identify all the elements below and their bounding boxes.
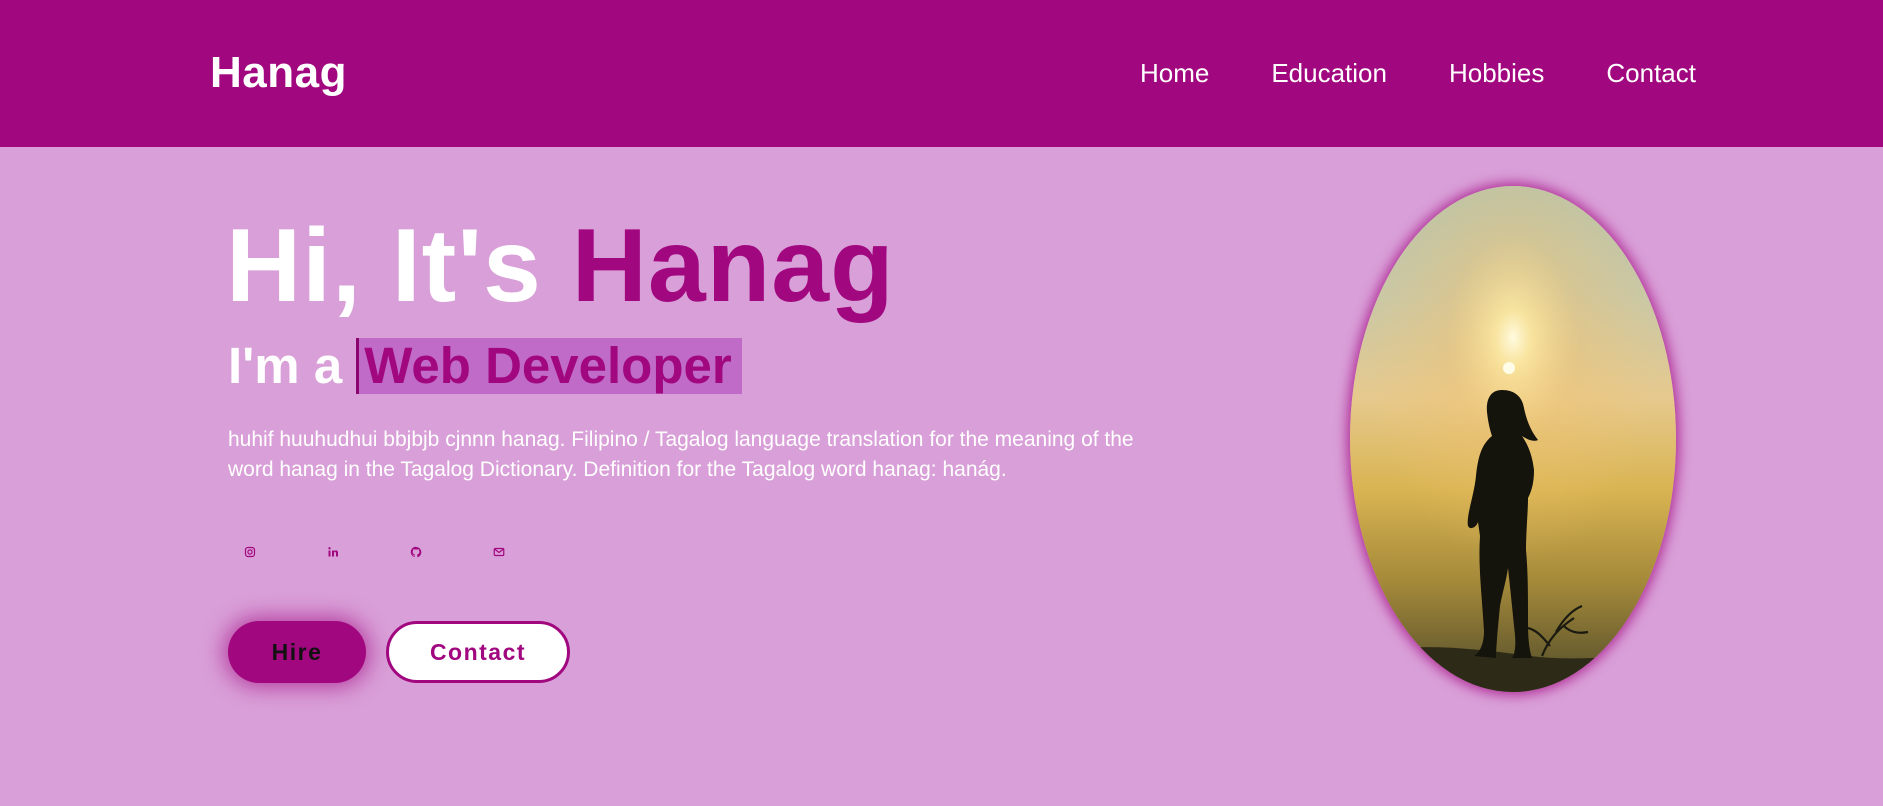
profile-photo <box>1350 186 1676 692</box>
github-link[interactable] <box>408 540 424 564</box>
typed-role: Web Developer <box>356 337 742 394</box>
instagram-link[interactable] <box>242 540 258 564</box>
hire-button[interactable]: Hire <box>228 621 366 683</box>
nav-contact[interactable]: Contact <box>1606 58 1696 89</box>
main-nav: Home Education Hobbies Contact <box>1140 58 1696 89</box>
site-logo[interactable]: Hanag <box>210 48 347 98</box>
nav-education[interactable]: Education <box>1271 58 1387 89</box>
linkedin-icon <box>328 547 338 557</box>
site-header: Hanag Home Education Hobbies Contact <box>0 0 1883 147</box>
sunset-silhouette-image <box>1350 186 1676 692</box>
nav-home[interactable]: Home <box>1140 58 1209 89</box>
social-links <box>242 540 507 564</box>
contact-button[interactable]: Contact <box>386 621 570 683</box>
github-icon <box>410 546 422 558</box>
hero-name: Hanag <box>571 208 895 324</box>
hero-description: huhif huuhudhui bbjbjb cjnnn hanag. Fili… <box>228 428 1134 481</box>
instagram-icon <box>244 546 256 558</box>
hero-title: Hi, It's Hanag <box>226 214 895 318</box>
mail-icon <box>493 547 505 557</box>
hero-greeting: Hi, It's <box>226 208 572 324</box>
role-prefix: I'm a <box>228 337 343 394</box>
hero-subtitle: I'm a Web Developer <box>228 336 742 395</box>
linkedin-link[interactable] <box>325 540 341 564</box>
nav-hobbies[interactable]: Hobbies <box>1449 58 1544 89</box>
email-link[interactable] <box>491 540 507 564</box>
